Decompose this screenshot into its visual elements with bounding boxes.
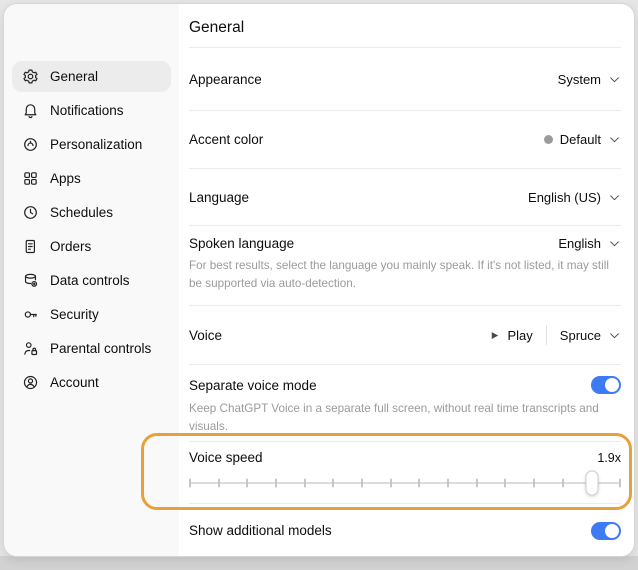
sidebar-item-label: Orders [50,239,92,254]
language-value: English (US) [528,189,601,205]
separate-voice-mode-toggle[interactable] [591,376,621,394]
appearance-row: Appearance System [189,48,621,110]
toggle-knob [605,378,619,392]
slider-tick [303,478,306,488]
sidebar-item-label: Security [50,307,99,322]
person-lock-icon [22,340,39,357]
settings-sidebar: General Notifications Personalization Apps S… [4,4,179,556]
voice-select[interactable]: Spruce [560,328,621,343]
spoken-language-select[interactable]: English [558,236,621,251]
slider-tick [418,478,421,488]
slider-tick [504,478,507,488]
accent-color-label: Accent color [189,132,264,147]
sidebar-item-data-controls[interactable]: Data controls [12,265,171,296]
sidebar-item-notifications[interactable]: Notifications [12,95,171,126]
slider-tick [475,478,478,488]
sidebar-item-label: Parental controls [50,341,152,356]
appearance-value: System [557,71,601,87]
close-button[interactable] [20,19,53,57]
slider-tick [274,478,277,488]
voice-speed-label: Voice speed [189,450,263,465]
slider-ticks [189,478,621,488]
page-title: General [189,19,245,36]
sidebar-item-general[interactable]: General [12,61,171,92]
show-additional-models-row: Show additional models [189,503,621,556]
clock-icon [22,204,39,221]
separate-voice-mode-description: Keep ChatGPT Voice in a separate full sc… [189,402,599,433]
settings-panel: General Appearance System Accent color D… [179,4,634,556]
slider-tick [189,478,191,488]
chevron-down-icon [608,133,621,146]
sidebar-item-label: Account [50,375,99,390]
sidebar-item-label: Notifications [50,103,124,118]
sidebar-item-label: Personalization [50,137,143,152]
slider-tick [332,478,335,488]
language-select[interactable]: English (US) [528,190,621,205]
spoken-language-row: Spoken language English For best results… [189,225,621,305]
voice-value: Spruce [559,327,601,343]
sidebar-item-schedules[interactable]: Schedules [12,197,171,228]
play-voice-button[interactable]: Play [489,328,533,343]
personalization-icon [22,136,39,153]
sidebar-item-orders[interactable]: Orders [12,231,171,262]
spoken-language-value: English [558,236,601,251]
accent-color-swatch [543,135,553,144]
key-icon [22,306,39,323]
account-icon [22,374,39,391]
slider-tick [618,478,621,488]
slider-tick [360,478,363,488]
receipt-icon [22,238,39,255]
voice-speed-value: 1.9x [597,450,621,465]
gear-icon [22,68,39,85]
voice-speed-row: Voice speed 1.9x [189,441,621,503]
appearance-select[interactable]: System [558,72,621,87]
sidebar-item-label: Data controls [50,273,130,288]
separate-voice-mode-row: Separate voice mode Keep ChatGPT Voice i… [189,364,621,441]
database-icon [22,272,39,289]
divider [545,325,547,345]
page-background-strip [0,556,638,570]
slider-tick [217,478,220,488]
show-additional-models-label: Show additional models [189,523,332,538]
voice-row: Voice Play Spruce [189,305,621,364]
slider-tick [561,478,564,488]
sidebar-item-personalization[interactable]: Personalization [12,129,171,160]
chevron-down-icon [608,237,621,250]
apps-grid-icon [22,170,39,187]
sidebar-item-apps[interactable]: Apps [12,163,171,194]
sidebar-item-parental-controls[interactable]: Parental controls [12,333,171,364]
slider-tick [532,478,535,488]
spoken-language-label: Spoken language [189,236,295,251]
settings-dialog: General Notifications Personalization Apps S… [3,3,635,557]
sidebar-item-label: Apps [50,171,81,186]
chevron-down-icon [608,329,621,342]
slider-handle[interactable] [585,470,599,496]
play-label: Play [507,327,533,343]
sidebar-item-label: General [50,69,99,84]
accent-color-select[interactable]: Default [543,132,621,147]
language-label: Language [189,189,250,205]
appearance-label: Appearance [189,71,262,87]
show-additional-models-toggle[interactable] [591,521,621,540]
spoken-language-description: For best results, select the language yo… [189,259,609,290]
slider-tick [446,478,449,488]
bell-icon [22,102,39,119]
toggle-knob [605,523,619,538]
voice-label: Voice [189,327,223,343]
slider-tick [246,478,249,488]
sidebar-item-account[interactable]: Account [12,367,171,398]
chevron-down-icon [608,73,621,86]
play-icon [489,330,500,341]
language-row: Language English (US) [189,168,621,225]
voice-speed-slider[interactable] [189,470,621,496]
chevron-down-icon [608,191,621,204]
sidebar-nav: General Notifications Personalization Apps S… [12,61,171,398]
slider-tick [389,478,392,488]
accent-color-value: Default [559,132,601,147]
accent-color-row: Accent color Default [189,110,621,168]
sidebar-item-label: Schedules [50,205,114,220]
sidebar-item-security[interactable]: Security [12,299,171,330]
separate-voice-mode-label: Separate voice mode [189,377,317,393]
